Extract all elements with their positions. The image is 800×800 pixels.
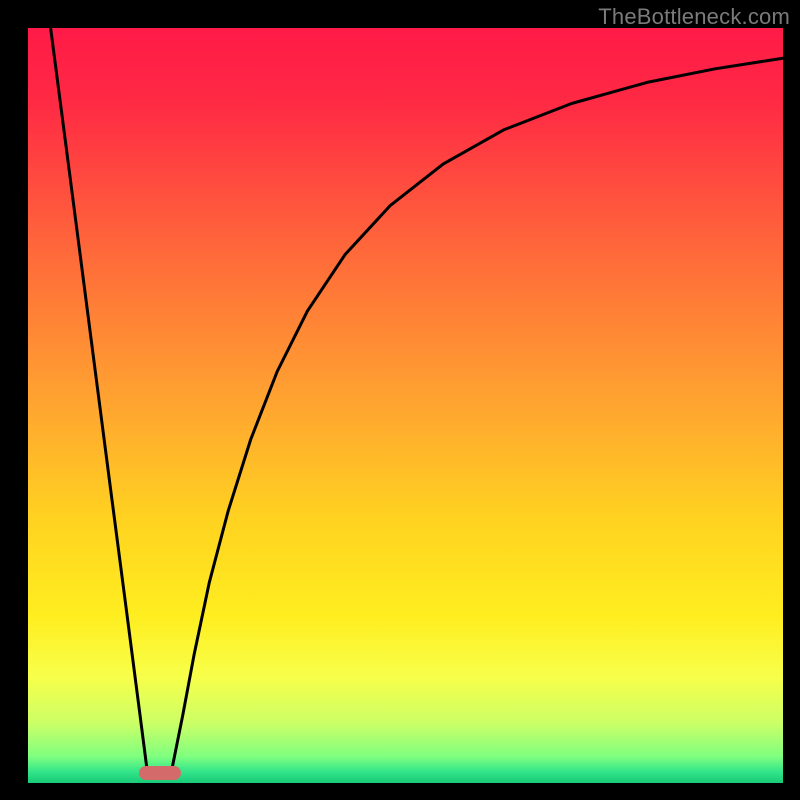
watermark-text: TheBottleneck.com [598,4,790,30]
optimal-marker [139,766,181,780]
bottleneck-curve [28,28,783,783]
plot-area [28,28,783,783]
chart-frame: TheBottleneck.com [0,0,800,800]
